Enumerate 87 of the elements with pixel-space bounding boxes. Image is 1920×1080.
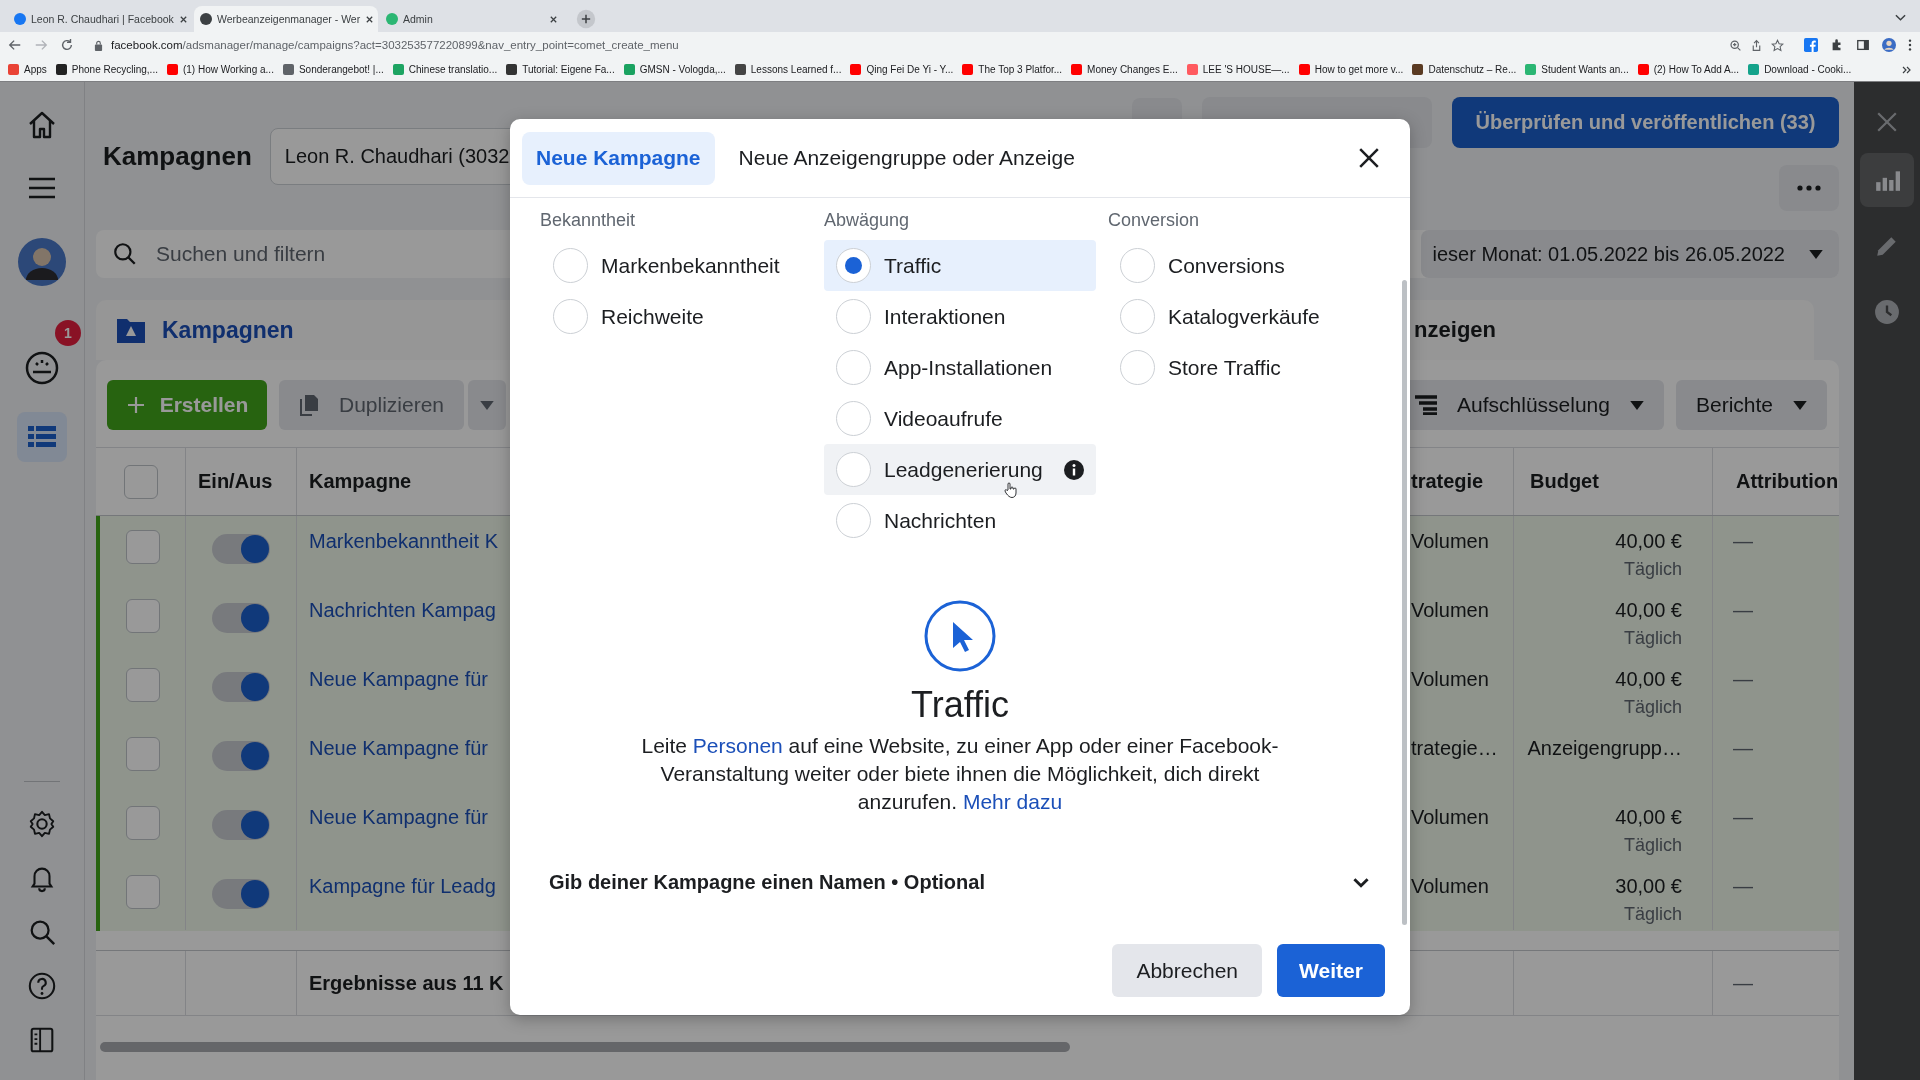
objective-option[interactable]: Videoaufrufe (824, 393, 1096, 444)
bookmark[interactable]: Qing Fei De Yi - Y... (850, 64, 954, 75)
budget-cell: 40,00 € (1615, 668, 1682, 691)
table-cell-text: — (1732, 971, 1753, 995)
table-cell: Volumen (1411, 806, 1489, 828)
bookmark[interactable]: Download - Cooki... (1748, 64, 1852, 75)
budget-period: Täglich (1623, 559, 1682, 580)
budget-period: Täglich (1623, 628, 1682, 649)
notification-badge: 1 (55, 320, 81, 346)
table-cell-text: — (1732, 599, 1753, 621)
table-cell: Volumen (1411, 668, 1489, 690)
objective-description: Leite Personen auf eine Website, zu einer App oder einer Facebook-Veranstaltung weiter oder biete ihnen die Möglichkeit, dich direkt anzurufen. Mehr dazu (640, 733, 1280, 815)
dialog-tab[interactable]: Neue Kampagne (522, 131, 715, 185)
bookmark[interactable]: How to get more v... (1298, 64, 1404, 75)
budget-cell: Anzeigengrupp… (1527, 737, 1682, 760)
category-heading: Bekanntheit (540, 210, 637, 232)
continue-button[interactable]: Weiter (1277, 944, 1385, 997)
column-header[interactable]: Kampagne (309, 470, 412, 493)
column-header[interactable]: trategie (1411, 470, 1484, 493)
column-header[interactable]: Budget (1530, 470, 1599, 493)
publish-button[interactable]: Überprüfen und veröffentlichen (33) (1452, 97, 1839, 148)
objective-option[interactable]: Leadgenerierung (824, 444, 1096, 495)
category-heading: Abwägung (824, 210, 911, 232)
campaign-link[interactable]: Nachrichten Kampag (309, 599, 496, 621)
date-range-selector[interactable]: ieser Monat: 01.05.2022 bis 26.05.2022 (1420, 230, 1839, 278)
budget-cell: 40,00 € (1615, 530, 1682, 553)
bookmark[interactable]: Sonderangebot! |... (282, 64, 384, 75)
column-header[interactable]: Ein/Aus (198, 470, 273, 493)
budget-cell: 40,00 € (1615, 599, 1682, 622)
bookmark[interactable]: Datenschutz – Re... (1412, 64, 1517, 75)
campaign-link[interactable]: Kampagne für Leadg (309, 875, 496, 897)
budget-period: Täglich (1623, 835, 1682, 856)
objective-title: Traffic (911, 684, 1009, 726)
budget-cell: 40,00 € (1615, 806, 1682, 829)
objective-option[interactable]: Nachrichten (824, 495, 1096, 546)
dialog-tab[interactable]: Neue Anzeigengruppe oder Anzeige (724, 131, 1089, 185)
browser-tab[interactable]: Werbeanzeigenmanager - Wer (194, 6, 378, 32)
budget-period: Täglich (1623, 904, 1682, 925)
campaign-link[interactable]: Neue Kampagne für (309, 668, 488, 690)
objective-option[interactable]: Markenbekanntheit (540, 240, 812, 291)
column-header[interactable]: Attribution (1736, 470, 1839, 493)
browser-tab[interactable]: Admin (380, 6, 564, 32)
table-cell: Volumen (1411, 530, 1489, 552)
objective-option[interactable]: Reichweite (540, 291, 812, 342)
bookmark[interactable]: Money Changes E... (1071, 64, 1178, 75)
bookmark[interactable]: Phone Recycling,... (55, 64, 158, 75)
objective-option[interactable]: Store Traffic (1108, 342, 1380, 393)
campaign-link[interactable]: Neue Kampagne für (309, 806, 488, 828)
bookmark[interactable]: The Top 3 Platfor... (962, 64, 1063, 75)
objective-option[interactable]: App-Installationen (824, 342, 1096, 393)
table-cell-text: — (1732, 737, 1753, 759)
objective-option[interactable]: Interaktionen (824, 291, 1096, 342)
bookmark[interactable]: (1) How Working a... (166, 64, 274, 75)
bookmark[interactable]: Chinese translatio... (392, 64, 498, 75)
level-tab[interactable]: Kampagnen (116, 300, 294, 360)
budget-period: Täglich (1623, 697, 1682, 718)
results-summary: Ergebnisse aus 11 K (309, 971, 504, 995)
table-cell-text: — (1732, 875, 1753, 897)
category-heading: Conversion (1108, 210, 1201, 232)
link[interactable]: Mehr dazu (962, 790, 1063, 813)
objective-option[interactable]: Traffic (824, 240, 1096, 291)
page-title: Kampagnen (103, 141, 252, 172)
url-text: facebook.com/adsmanager/manage/campaigns?act=303253577220899&nav_entry_point=comet_create_menu (111, 39, 680, 51)
campaign-name-section[interactable]: Gib deiner Kampagne einen Namen • Optional (549, 865, 1370, 899)
campaign-link[interactable]: Markenbekanntheit K (309, 530, 498, 552)
link[interactable]: Personen (692, 734, 783, 757)
bookmark[interactable]: Lessons Learned f... (734, 64, 842, 75)
table-cell: trategie… (1411, 737, 1498, 759)
bookmark[interactable]: Apps (8, 64, 47, 75)
table-cell-text: — (1732, 530, 1753, 552)
cancel-button[interactable]: Abbrechen (1112, 944, 1262, 997)
table-cell-text: — (1732, 806, 1753, 828)
bookmark[interactable]: Tutorial: Eigene Fa... (506, 64, 615, 75)
bookmark[interactable]: Student Wants an... (1525, 64, 1629, 75)
table-cell: Volumen (1411, 875, 1489, 897)
campaign-link[interactable]: Neue Kampagne für (309, 737, 488, 759)
bookmark[interactable]: GMSN - Vologda,... (623, 64, 726, 75)
objective-option[interactable]: Katalogverkäufe (1108, 291, 1380, 342)
level-tab[interactable]: nzeigen (1414, 300, 1496, 360)
objective-option[interactable]: Conversions (1108, 240, 1380, 291)
budget-cell: 30,00 € (1615, 875, 1682, 898)
reports-button[interactable]: Berichte (1675, 380, 1827, 430)
table-cell: Volumen (1411, 599, 1489, 621)
table-cell-text: — (1732, 668, 1753, 690)
bookmark[interactable]: (2) How To Add A... (1637, 64, 1740, 75)
bookmark[interactable]: LEE 'S HOUSE—... (1186, 64, 1290, 75)
browser-tab[interactable]: Leon R. Chaudhari | Facebook (8, 6, 192, 32)
